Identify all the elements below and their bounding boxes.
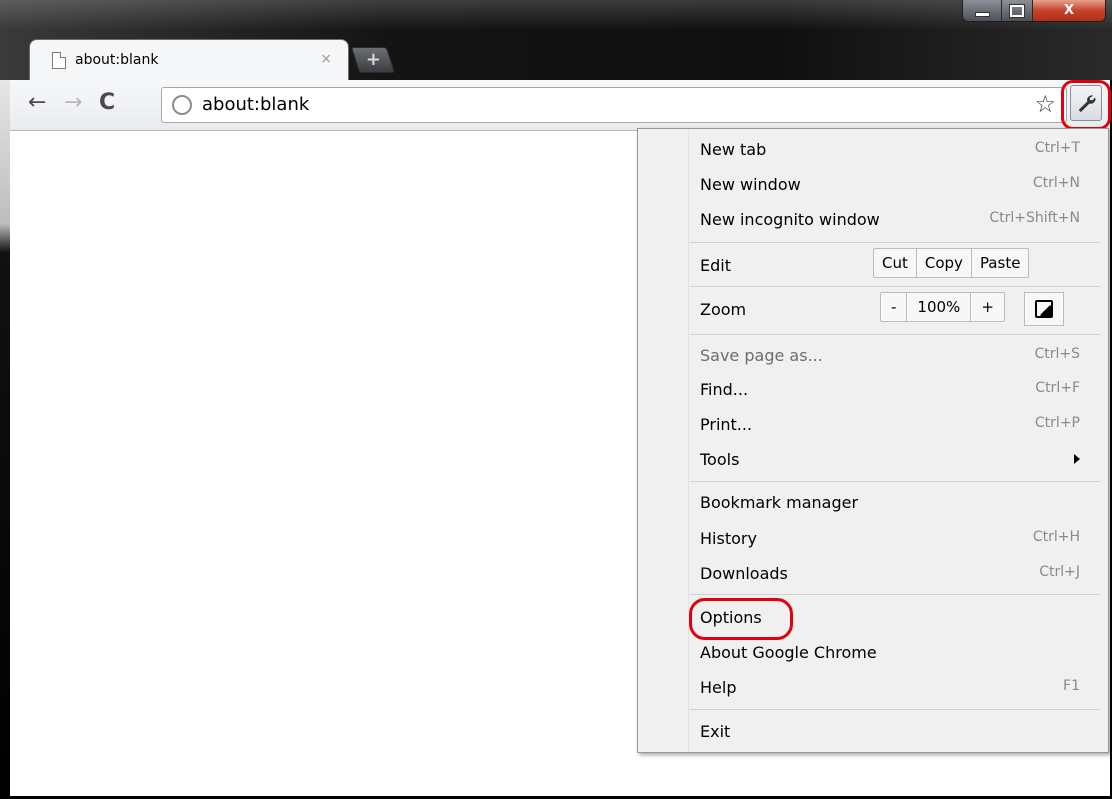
address-bar[interactable]: about:blank ☆ (161, 87, 1067, 123)
menu-item-find[interactable]: Find... Ctrl+F (700, 380, 1080, 399)
menu-item-about-google-chrome[interactable]: About Google Chrome (700, 643, 1080, 662)
page-icon (52, 52, 66, 69)
url-text: about:blank (202, 94, 310, 115)
fullscreen-button[interactable] (1024, 292, 1064, 326)
maximize-icon (1009, 3, 1025, 18)
menu-item-exit[interactable]: Exit (700, 722, 1080, 741)
menu-separator (690, 242, 1100, 243)
cut-button[interactable]: Cut (874, 249, 916, 277)
maximize-button[interactable] (1001, 0, 1032, 21)
menu-item-shortcut: F1 (1063, 678, 1080, 694)
toolbar: ← → C about:blank ☆ (10, 80, 1110, 131)
menu-item-shortcut: Ctrl+P (1034, 415, 1080, 431)
paste-button[interactable]: Paste (970, 249, 1029, 277)
menu-item-label: Help (700, 678, 737, 697)
menu-separator (690, 286, 1100, 287)
tab-title: about:blank (75, 52, 159, 68)
menu-item-new-incognito-window[interactable]: New incognito window Ctrl+Shift+N (700, 210, 1080, 229)
globe-icon (172, 95, 192, 115)
menu-item-label: New incognito window (700, 210, 880, 229)
menu-separator (690, 709, 1100, 710)
menu-item-shortcut: Ctrl+H (1032, 529, 1080, 545)
window-left-border (0, 80, 10, 799)
minimize-icon (974, 11, 990, 17)
wrench-icon (1078, 95, 1096, 113)
minimize-button[interactable] (963, 0, 1001, 21)
menu-item-label: Save page as... (700, 346, 823, 365)
menu-item-print[interactable]: Print... Ctrl+P (700, 415, 1080, 434)
zoom-button-group: - 100% + (880, 292, 1005, 322)
tab-close-icon[interactable]: × (320, 51, 332, 67)
back-button[interactable]: ← (28, 90, 46, 115)
bookmark-star-icon[interactable]: ☆ (1034, 90, 1056, 118)
menu-item-new-tab[interactable]: New tab Ctrl+T (700, 140, 1080, 159)
menu-item-shortcut: Ctrl+J (1039, 564, 1080, 580)
menu-item-label: Find... (700, 380, 749, 399)
menu-item-label: Bookmark manager (700, 493, 859, 512)
edit-button-group: Cut Copy Paste (873, 248, 1030, 278)
menu-item-help[interactable]: Help F1 (700, 678, 1080, 697)
menu-item-shortcut: Ctrl+N (1032, 175, 1080, 191)
zoom-level: 100% (906, 293, 970, 321)
menu-item-label: New window (700, 175, 801, 194)
wrench-menu-button[interactable] (1070, 85, 1102, 121)
menu-item-tools[interactable]: Tools (700, 450, 1080, 469)
menu-item-label: About Google Chrome (700, 643, 877, 662)
copy-button[interactable]: Copy (915, 249, 971, 277)
wrench-menu: New tab Ctrl+T New window Ctrl+N New inc… (637, 128, 1109, 753)
menu-item-save-page-as[interactable]: Save page as... Ctrl+S (700, 346, 1080, 365)
zoom-in-button[interactable]: + (970, 293, 1004, 321)
menu-item-downloads[interactable]: Downloads Ctrl+J (700, 564, 1080, 583)
tab-about-blank[interactable]: about:blank × (30, 40, 348, 80)
close-icon: X (1063, 3, 1075, 18)
menu-separator (690, 481, 1100, 482)
menu-item-shortcut: Ctrl+Shift+N (989, 210, 1080, 226)
menu-item-shortcut: Ctrl+T (1034, 140, 1080, 156)
submenu-arrow-icon (1074, 454, 1080, 464)
menu-item-shortcut: Ctrl+F (1035, 380, 1080, 396)
menu-item-bookmark-manager[interactable]: Bookmark manager (700, 493, 1080, 512)
menu-item-label: Tools (700, 450, 740, 469)
menu-item-history[interactable]: History Ctrl+H (700, 529, 1080, 548)
menu-separator (690, 594, 1100, 595)
menu-item-label: Downloads (700, 564, 788, 583)
menu-item-label: Exit (700, 722, 731, 741)
zoom-label: Zoom (700, 300, 747, 319)
fullscreen-icon (1035, 300, 1053, 318)
menu-item-new-window[interactable]: New window Ctrl+N (700, 175, 1080, 194)
window-controls: X (962, 0, 1106, 22)
menu-gutter (688, 129, 689, 752)
zoom-out-button[interactable]: - (881, 293, 906, 321)
menu-item-label: New tab (700, 140, 767, 159)
close-window-button[interactable]: X (1032, 0, 1105, 21)
plus-icon: + (365, 49, 381, 70)
menu-item-options[interactable]: Options (700, 608, 1080, 627)
menu-item-label: Print... (700, 415, 753, 434)
menu-separator (690, 334, 1100, 335)
menu-item-shortcut: Ctrl+S (1034, 346, 1080, 362)
menu-item-label: Options (700, 608, 762, 627)
forward-button[interactable]: → (64, 90, 82, 115)
edit-label: Edit (700, 256, 731, 275)
reload-button[interactable]: C (99, 90, 115, 115)
menu-item-label: History (700, 529, 757, 548)
browser-window: X about:blank × + ← → C about:blank ☆ Ne… (0, 0, 1112, 799)
